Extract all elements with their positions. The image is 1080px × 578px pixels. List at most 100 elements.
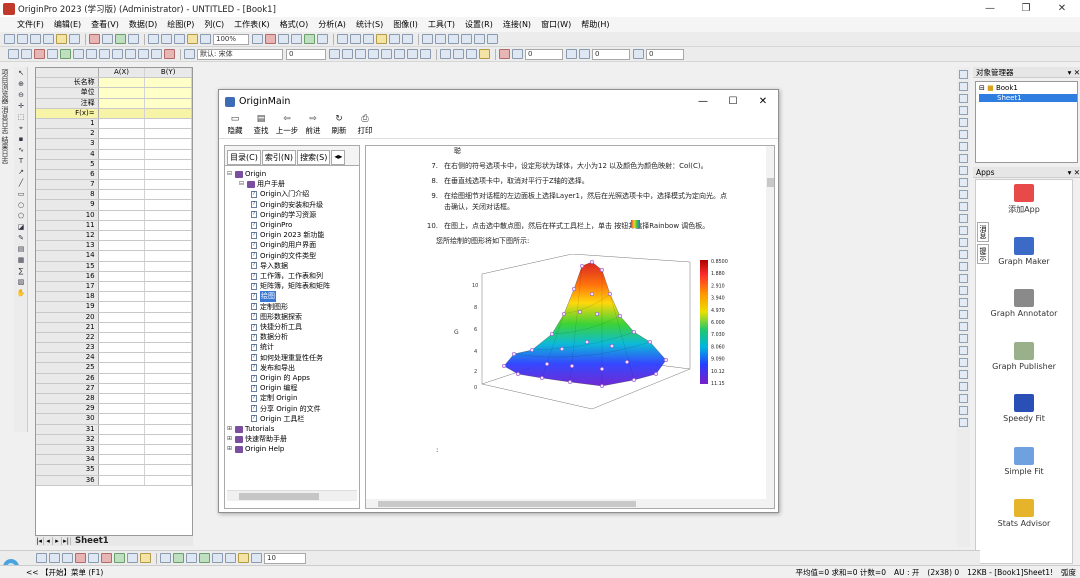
line-color-icon[interactable] <box>75 553 86 563</box>
multi-panel-icon[interactable] <box>151 49 162 59</box>
row-number[interactable]: 6 <box>36 169 99 180</box>
object-sheet[interactable]: Sheet1 <box>979 94 1077 102</box>
row-number[interactable]: 13 <box>36 241 99 251</box>
cell[interactable] <box>99 159 146 169</box>
cell[interactable] <box>145 149 192 159</box>
tool-icon[interactable] <box>959 418 968 427</box>
line-style-icon[interactable] <box>566 49 577 59</box>
font-larger-icon[interactable] <box>407 49 418 59</box>
apps-pin-icon[interactable]: ▾ ✕ <box>1068 168 1080 177</box>
ungroup-icon[interactable] <box>173 553 184 563</box>
cell[interactable] <box>98 88 146 98</box>
last-sheet-icon[interactable]: ▸| <box>62 537 71 545</box>
pin-icon[interactable]: ▾ ✕ <box>1068 68 1080 77</box>
symbol-color-icon[interactable] <box>101 553 112 563</box>
cell[interactable] <box>99 261 146 271</box>
save-icon[interactable] <box>69 34 80 44</box>
tree-item[interactable]: ⊞ 快速帮助手册 <box>227 434 357 444</box>
new-graph-icon[interactable] <box>30 34 41 44</box>
content-hscroll-thumb[interactable] <box>378 501 636 507</box>
column-x-icon[interactable] <box>422 34 433 44</box>
cell[interactable] <box>99 180 146 190</box>
cell[interactable] <box>145 98 192 108</box>
3d-rotate-icon[interactable] <box>238 553 249 563</box>
tool-icon[interactable] <box>959 154 968 163</box>
cell[interactable] <box>99 455 146 465</box>
object-book[interactable]: ⊟ ■ Book1 <box>976 82 1077 94</box>
cell[interactable] <box>145 302 192 312</box>
row-number[interactable]: 34 <box>36 455 99 465</box>
menu-item[interactable]: 绘图(P) <box>162 19 199 30</box>
layer-management-icon[interactable] <box>389 34 400 44</box>
insert-equation-icon[interactable]: ∑ <box>16 266 26 276</box>
tab-contents[interactable]: 目录(C) <box>227 150 261 165</box>
script-window-icon[interactable] <box>161 34 172 44</box>
app-item[interactable]: Graph Annotator <box>989 285 1059 338</box>
import-icon[interactable] <box>89 34 100 44</box>
line-tool-icon[interactable]: ╱ <box>16 178 26 188</box>
tool-icon[interactable] <box>959 298 968 307</box>
forward-button[interactable]: ⇨ 前进 <box>301 113 325 138</box>
error-bar-icon[interactable] <box>461 34 472 44</box>
print-button[interactable]: ⎙ 打印 <box>353 113 377 138</box>
tree-item[interactable]: ? Origin 2023 新功能 <box>227 230 357 240</box>
help-maximize-button[interactable]: ☐ <box>718 96 748 107</box>
cell[interactable] <box>145 78 192 88</box>
front-icon[interactable] <box>186 553 197 563</box>
cell[interactable] <box>145 353 192 363</box>
cell[interactable] <box>99 322 146 332</box>
row-number[interactable]: 27 <box>36 383 99 393</box>
tool-icon[interactable] <box>959 310 968 319</box>
font-color-icon[interactable] <box>479 49 490 59</box>
cell[interactable] <box>145 292 192 302</box>
pie-plot-icon[interactable] <box>99 49 110 59</box>
cell[interactable] <box>99 271 146 281</box>
zoom-pan-icon[interactable]: ⊕ <box>16 79 26 89</box>
column-header-a[interactable]: A(X) <box>98 68 146 78</box>
cell[interactable] <box>145 139 192 149</box>
side-tab-hints[interactable]: 提示 <box>977 244 989 264</box>
cell[interactable] <box>145 169 192 180</box>
tree-item[interactable]: ? 统计 <box>227 342 357 352</box>
tool-icon[interactable] <box>959 226 968 235</box>
tree-item[interactable]: ? 发布和导出 <box>227 363 357 373</box>
help-close-button[interactable]: ✕ <box>748 96 778 107</box>
tree-item[interactable]: ? Origin 编程 <box>227 383 357 393</box>
data-reader-icon[interactable] <box>304 34 315 44</box>
font-smaller-icon[interactable] <box>420 49 431 59</box>
scale-icon[interactable]: ⊖ <box>16 90 26 100</box>
row-number[interactable]: 29 <box>36 404 99 414</box>
cell[interactable] <box>145 475 192 485</box>
tree-item[interactable]: ? 定制图形 <box>227 302 357 312</box>
menu-item[interactable]: 格式(O) <box>275 19 314 30</box>
project-explorer-icon[interactable] <box>187 34 198 44</box>
new-workbook-icon[interactable] <box>17 34 28 44</box>
tool-icon[interactable] <box>959 106 968 115</box>
tool-icon[interactable] <box>959 322 968 331</box>
side-tab-messages[interactable]: 消息 <box>977 222 989 242</box>
status-au[interactable]: AU : 开 <box>890 567 923 578</box>
menu-item[interactable]: 统计(S) <box>351 19 388 30</box>
row-number[interactable]: 17 <box>36 281 99 292</box>
ternary-plot-icon[interactable] <box>125 49 136 59</box>
region-tool-icon[interactable]: ◪ <box>16 222 26 232</box>
align-right-icon[interactable] <box>466 49 477 59</box>
cell[interactable] <box>145 281 192 292</box>
row-number[interactable]: 23 <box>36 343 99 353</box>
tool-icon[interactable] <box>959 202 968 211</box>
circle-tool-icon[interactable]: ○ <box>16 200 26 210</box>
expand-icon[interactable]: ⊟ <box>227 169 235 179</box>
tree-item[interactable]: ? 工作簿，工作表和列 <box>227 271 357 281</box>
text-tool-icon[interactable]: T <box>16 156 26 166</box>
worksheet-grid[interactable]: A(X) B(Y) 长名称 单位 注释 F(x)= 1 2 3 4 5 6 7 8 9 10 11 12 13 1… <box>35 67 193 545</box>
arrow-tool-icon[interactable]: ↗ <box>16 167 26 177</box>
tree-item[interactable]: ? OriginPro <box>227 220 357 230</box>
superscript-icon[interactable] <box>368 49 379 59</box>
fill-color-icon[interactable] <box>499 49 510 59</box>
cell[interactable] <box>99 424 146 434</box>
app-item[interactable]: Simple Fit <box>989 443 1059 496</box>
tool-icon[interactable] <box>959 142 968 151</box>
content-vertical-scrollbar[interactable] <box>766 146 774 508</box>
cell[interactable] <box>99 465 146 475</box>
cell[interactable] <box>145 108 192 118</box>
